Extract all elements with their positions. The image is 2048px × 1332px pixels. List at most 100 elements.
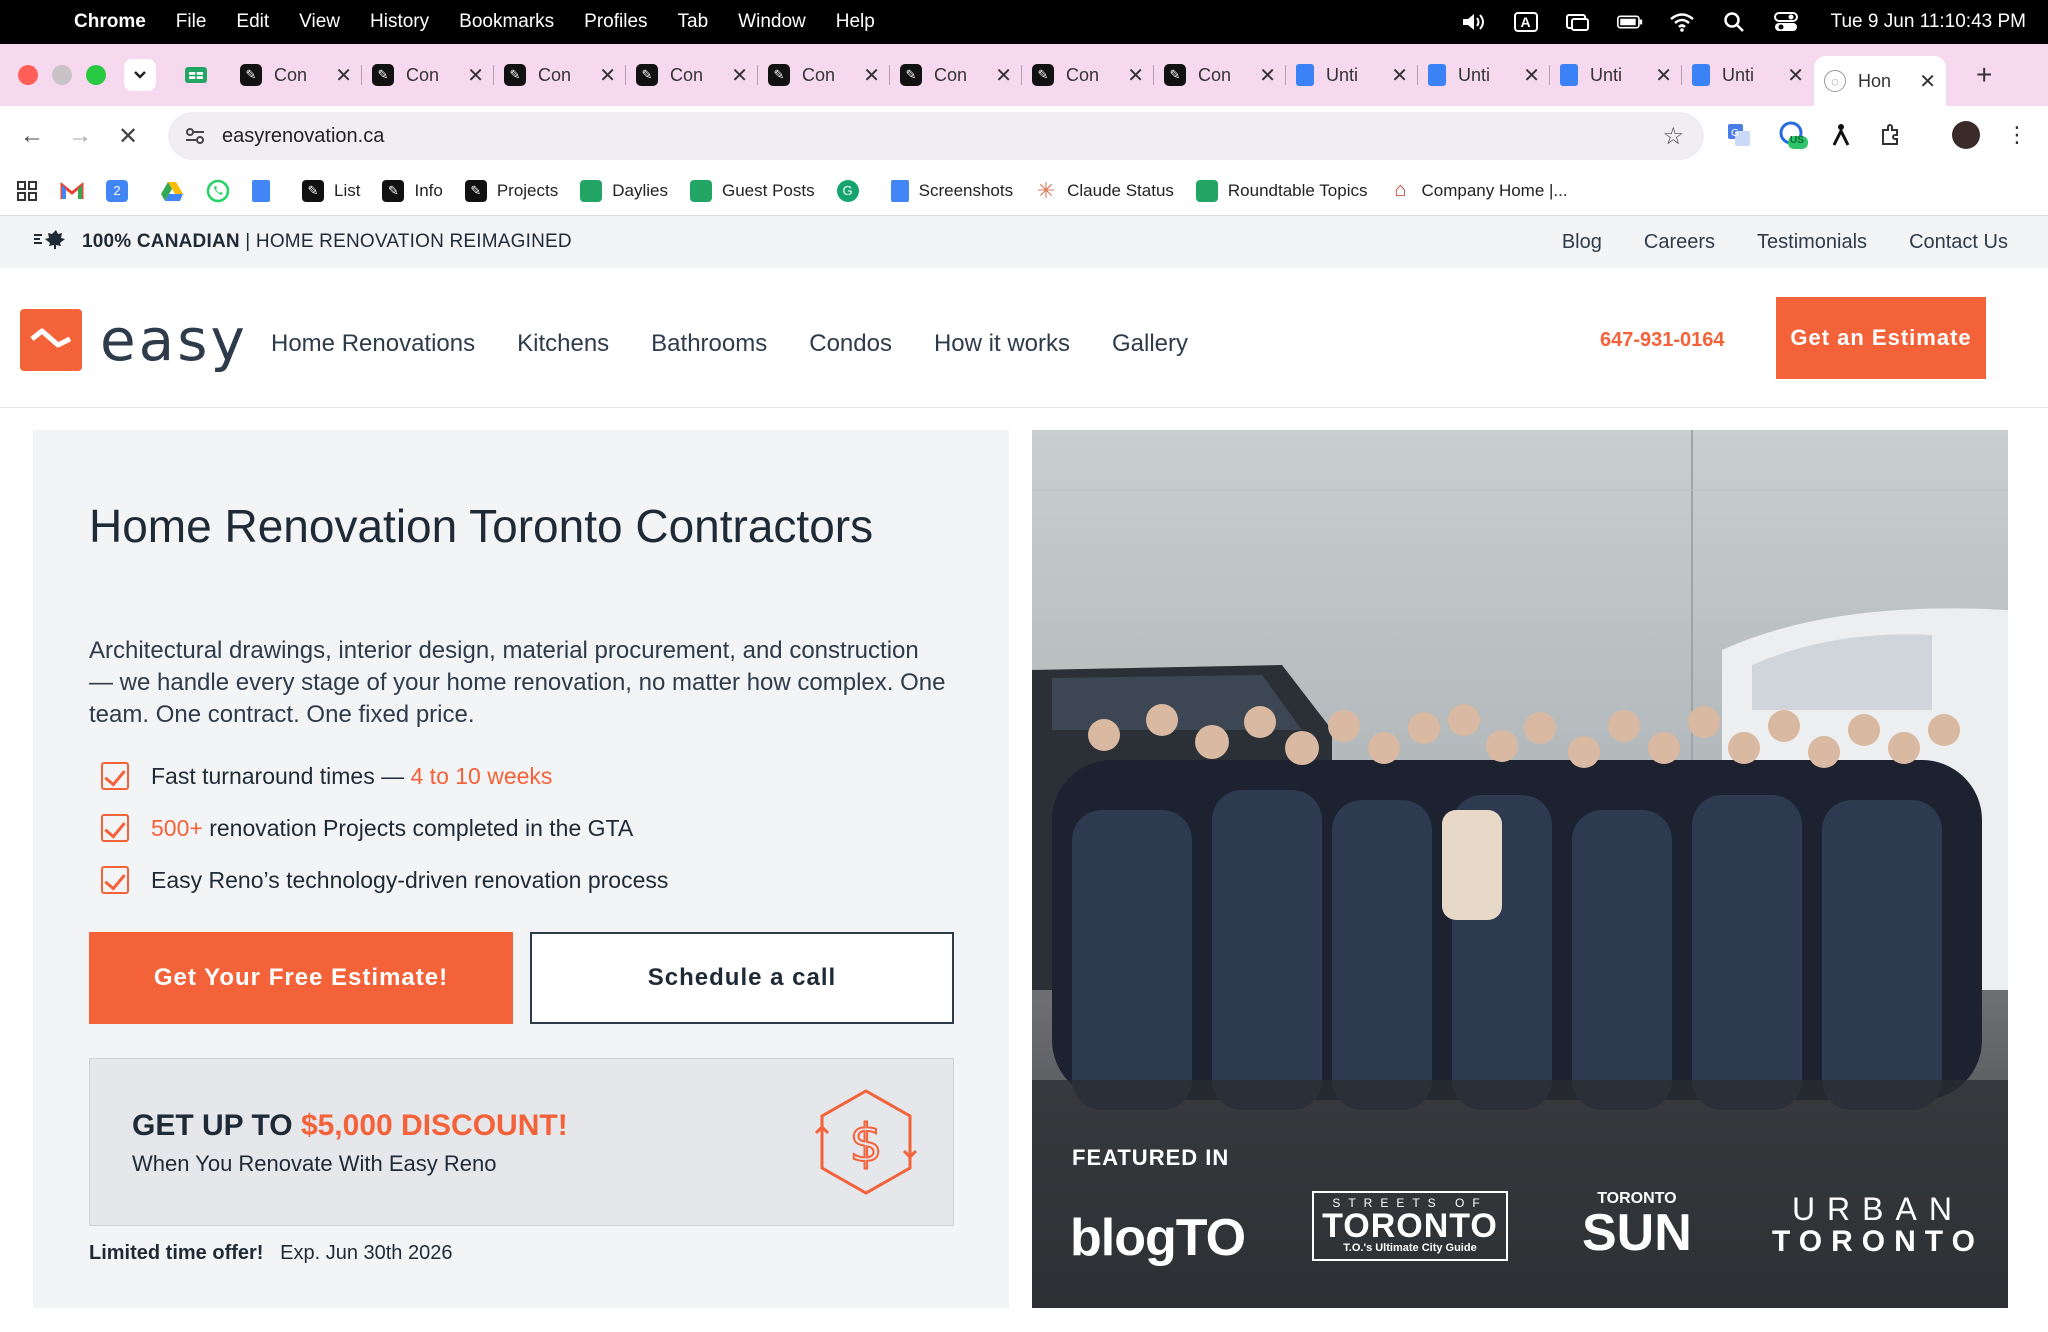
nav-home-renovations[interactable]: Home Renovations — [271, 330, 475, 358]
tab-search-button[interactable] — [124, 59, 156, 91]
menu-view[interactable]: View — [299, 11, 340, 33]
menu-window[interactable]: Window — [738, 11, 806, 33]
toronto-sun-logo[interactable]: TORONTO SUN — [1582, 1190, 1692, 1259]
vpn-extension-icon[interactable]: US — [1778, 120, 1808, 150]
phone-link[interactable]: 647-931-0164 — [1600, 329, 1725, 352]
browser-tab[interactable]: Unti ✕ — [1682, 53, 1814, 97]
active-browser-tab[interactable]: ◌ Hon ✕ — [1814, 56, 1946, 106]
forward-arrow-icon[interactable]: → — [56, 122, 104, 150]
bookmark-daylies[interactable]: Daylies — [580, 179, 668, 202]
spotlight-search-icon[interactable] — [1721, 12, 1747, 32]
top-link-blog[interactable]: Blog — [1562, 231, 1602, 254]
gmail-icon[interactable] — [60, 181, 84, 201]
bookmark-guest-posts[interactable]: Guest Posts — [690, 179, 815, 202]
translate-extension-icon[interactable]: G — [1724, 120, 1754, 150]
close-tab-icon[interactable]: ✕ — [995, 63, 1012, 88]
close-tab-icon[interactable]: ✕ — [863, 63, 880, 88]
close-tab-icon[interactable]: ✕ — [1391, 63, 1408, 88]
nav-condos[interactable]: Condos — [809, 330, 892, 358]
close-tab-icon[interactable]: ✕ — [1523, 63, 1540, 88]
streets-of-toronto-logo[interactable]: STREETS OF TORONTO T.O.'s Ultimate City … — [1312, 1191, 1508, 1261]
browser-tab[interactable]: ✎ Con ✕ — [1154, 53, 1286, 97]
volume-icon[interactable] — [1461, 12, 1487, 32]
calendar-icon[interactable]: 2 — [106, 179, 138, 202]
free-estimate-button[interactable]: Get Your Free Estimate! — [89, 932, 513, 1024]
wifi-icon[interactable] — [1669, 12, 1695, 32]
browser-tab[interactable]: Unti ✕ — [1418, 53, 1550, 97]
address-bar[interactable]: easyrenovation.ca ☆ — [168, 112, 1704, 160]
bookmark-list[interactable]: ✎ List — [302, 179, 360, 202]
schedule-call-button[interactable]: Schedule a call — [530, 932, 954, 1024]
menu-bookmarks[interactable]: Bookmarks — [459, 11, 554, 33]
site-settings-icon[interactable] — [180, 121, 210, 151]
screen-mirror-icon[interactable] — [1565, 12, 1591, 32]
profile-avatar[interactable] — [1952, 121, 1980, 149]
nav-how-it-works[interactable]: How it works — [934, 330, 1070, 358]
bookmark-screenshots[interactable]: Screenshots — [890, 179, 1013, 202]
close-tab-icon[interactable]: ✕ — [1127, 63, 1144, 88]
grammarly-icon[interactable]: G — [836, 179, 869, 202]
logo-mark[interactable] — [20, 309, 82, 371]
extensions-puzzle-icon[interactable] — [1876, 120, 1906, 150]
stop-loading-icon[interactable]: ✕ — [104, 122, 152, 151]
pinned-tab-sheets[interactable] — [176, 65, 216, 85]
close-tab-icon[interactable]: ✕ — [1919, 69, 1936, 94]
logo-wordmark[interactable]: easy — [100, 306, 248, 374]
close-tab-icon[interactable]: ✕ — [335, 63, 352, 88]
browser-tab[interactable]: Unti ✕ — [1550, 53, 1682, 97]
browser-tab[interactable]: ✎ Con ✕ — [758, 53, 890, 97]
drive-icon[interactable] — [160, 180, 184, 202]
menu-profiles[interactable]: Profiles — [584, 11, 647, 33]
browser-tab[interactable]: ✎ Con ✕ — [626, 53, 758, 97]
person-extension-icon[interactable] — [1826, 120, 1856, 150]
menu-file[interactable]: File — [176, 11, 207, 33]
blogto-logo[interactable]: blogTO — [1070, 1208, 1246, 1268]
menu-history[interactable]: History — [370, 11, 429, 33]
new-tab-icon[interactable]: + — [1976, 59, 1992, 91]
close-tab-icon[interactable]: ✕ — [467, 63, 484, 88]
battery-icon[interactable] — [1616, 12, 1643, 32]
minimize-window-button[interactable] — [52, 65, 72, 85]
zoom-window-button[interactable] — [86, 65, 106, 85]
nav-kitchens[interactable]: Kitchens — [517, 330, 609, 358]
bookmark-roundtable-topics[interactable]: Roundtable Topics — [1195, 179, 1367, 202]
input-source-icon[interactable]: A — [1513, 12, 1539, 32]
browser-tab[interactable]: ✎ Con ✕ — [494, 53, 626, 97]
close-tab-icon[interactable]: ✕ — [599, 63, 616, 88]
bookmark-star-icon[interactable]: ☆ — [1662, 122, 1684, 151]
discount-promo[interactable]: GET UP TO $5,000 DISCOUNT! When You Reno… — [89, 1058, 954, 1226]
close-tab-icon[interactable]: ✕ — [1787, 63, 1804, 88]
url-text[interactable]: easyrenovation.ca — [222, 125, 384, 148]
browser-tab[interactable]: ✎ Con ✕ — [890, 53, 1022, 97]
close-tab-icon[interactable]: ✕ — [1259, 63, 1276, 88]
browser-tab[interactable]: ✎ Con ✕ — [362, 53, 494, 97]
nav-bathrooms[interactable]: Bathrooms — [651, 330, 767, 358]
bookmark-info[interactable]: ✎ Info — [382, 179, 443, 202]
menu-tab[interactable]: Tab — [678, 11, 709, 33]
top-link-testimonials[interactable]: Testimonials — [1757, 231, 1867, 254]
top-link-careers[interactable]: Careers — [1644, 231, 1715, 254]
close-window-button[interactable] — [18, 65, 38, 85]
more-menu-icon[interactable]: ⋮ — [2002, 120, 2032, 150]
browser-tab[interactable]: Unti ✕ — [1286, 53, 1418, 97]
top-link-contact-us[interactable]: Contact Us — [1909, 231, 2008, 254]
bookmark-projects[interactable]: ✎ Projects — [464, 179, 558, 202]
bookmark-claude-status[interactable]: ✳ Claude Status — [1035, 178, 1174, 203]
apps-grid-icon[interactable] — [16, 180, 38, 202]
control-center-icon[interactable] — [1773, 12, 1799, 32]
menu-help[interactable]: Help — [836, 11, 875, 33]
browser-tab[interactable]: ✎ Con ✕ — [230, 53, 362, 97]
bookmark-company-home[interactable]: ⌂ Company Home |... — [1389, 179, 1567, 202]
menu-clock[interactable]: Tue 9 Jun 11:10:43 PM — [1831, 11, 2026, 33]
nav-gallery[interactable]: Gallery — [1112, 330, 1188, 358]
browser-tab[interactable]: ✎ Con ✕ — [1022, 53, 1154, 97]
get-estimate-button[interactable]: Get an Estimate — [1776, 297, 1986, 379]
docs-icon[interactable] — [252, 179, 280, 202]
whatsapp-icon[interactable] — [206, 179, 230, 203]
menu-app-name[interactable]: Chrome — [74, 11, 146, 33]
close-tab-icon[interactable]: ✕ — [1655, 63, 1672, 88]
menu-edit[interactable]: Edit — [236, 11, 269, 33]
close-tab-icon[interactable]: ✕ — [731, 63, 748, 88]
back-arrow-icon[interactable]: ← — [8, 122, 56, 150]
urban-toronto-logo[interactable]: URBAN TORONTO — [1772, 1192, 1984, 1258]
